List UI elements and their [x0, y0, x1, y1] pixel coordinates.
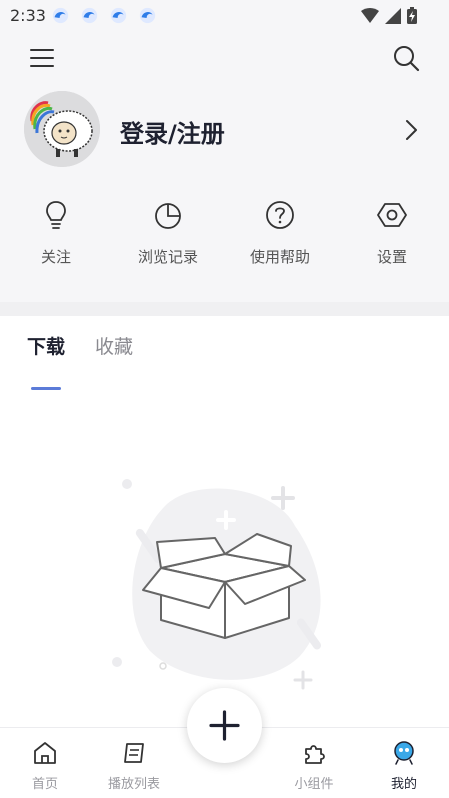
- nav-item-home[interactable]: 首页: [10, 740, 80, 792]
- puzzle-icon: [305, 745, 325, 764]
- tab-favorites[interactable]: 收藏: [95, 332, 133, 359]
- wave-notification-icon: [139, 7, 156, 24]
- add-button[interactable]: [187, 688, 262, 763]
- login-register-link[interactable]: 登录/注册: [120, 114, 225, 149]
- quick-action-history[interactable]: 浏览记录: [118, 198, 218, 267]
- notification-icons: [52, 7, 156, 24]
- status-bar: 2:33: [0, 0, 449, 32]
- pie-chart-icon: [155, 203, 181, 229]
- mascot-icon: [394, 741, 414, 765]
- nav-label: 我的: [390, 777, 417, 792]
- avatar[interactable]: [24, 91, 100, 167]
- nav-item-widgets[interactable]: 小组件: [279, 740, 349, 792]
- hamburger-menu-icon[interactable]: [26, 45, 58, 71]
- quick-action-follow[interactable]: 关注: [6, 198, 106, 267]
- plus-icon: [209, 710, 240, 741]
- system-status-icons: [361, 7, 417, 24]
- search-icon[interactable]: [391, 43, 421, 73]
- lightbulb-icon: [46, 201, 66, 229]
- home-icon: [34, 742, 56, 764]
- quick-actions: 关注 浏览记录 使用帮助 设置: [0, 198, 449, 278]
- section-divider: [0, 302, 449, 316]
- wave-notification-icon: [81, 7, 98, 24]
- help-icon: [266, 201, 294, 229]
- nav-item-playlist[interactable]: 播放列表: [99, 740, 169, 792]
- quick-action-label: 浏览记录: [137, 248, 198, 266]
- settings-icon: [377, 203, 407, 227]
- battery-charging-icon: [407, 7, 417, 24]
- signal-icon: [385, 7, 401, 24]
- empty-box-icon: [112, 479, 322, 690]
- status-time: 2:33: [10, 6, 46, 25]
- nav-item-mine[interactable]: 我的: [369, 740, 439, 792]
- wave-notification-icon: [52, 7, 69, 24]
- quick-action-label: 关注: [40, 248, 71, 266]
- quick-action-settings[interactable]: 设置: [342, 198, 442, 267]
- library-content: 下载 收藏: [0, 316, 449, 727]
- sheep-avatar-icon: [24, 91, 100, 167]
- chevron-right-icon[interactable]: [403, 118, 419, 142]
- wave-notification-icon: [110, 7, 127, 24]
- library-tabs: 下载 收藏: [0, 332, 449, 390]
- wifi-icon: [361, 7, 379, 23]
- tab-downloads[interactable]: 下载: [27, 332, 65, 359]
- quick-action-help[interactable]: 使用帮助: [230, 198, 330, 267]
- quick-action-label: 使用帮助: [249, 248, 310, 266]
- tab-indicator: [31, 387, 61, 390]
- quick-action-label: 设置: [376, 248, 407, 266]
- nav-label: 首页: [31, 777, 58, 792]
- nav-label: 播放列表: [107, 777, 160, 792]
- nav-label: 小组件: [294, 777, 334, 792]
- playlist-icon: [124, 743, 144, 763]
